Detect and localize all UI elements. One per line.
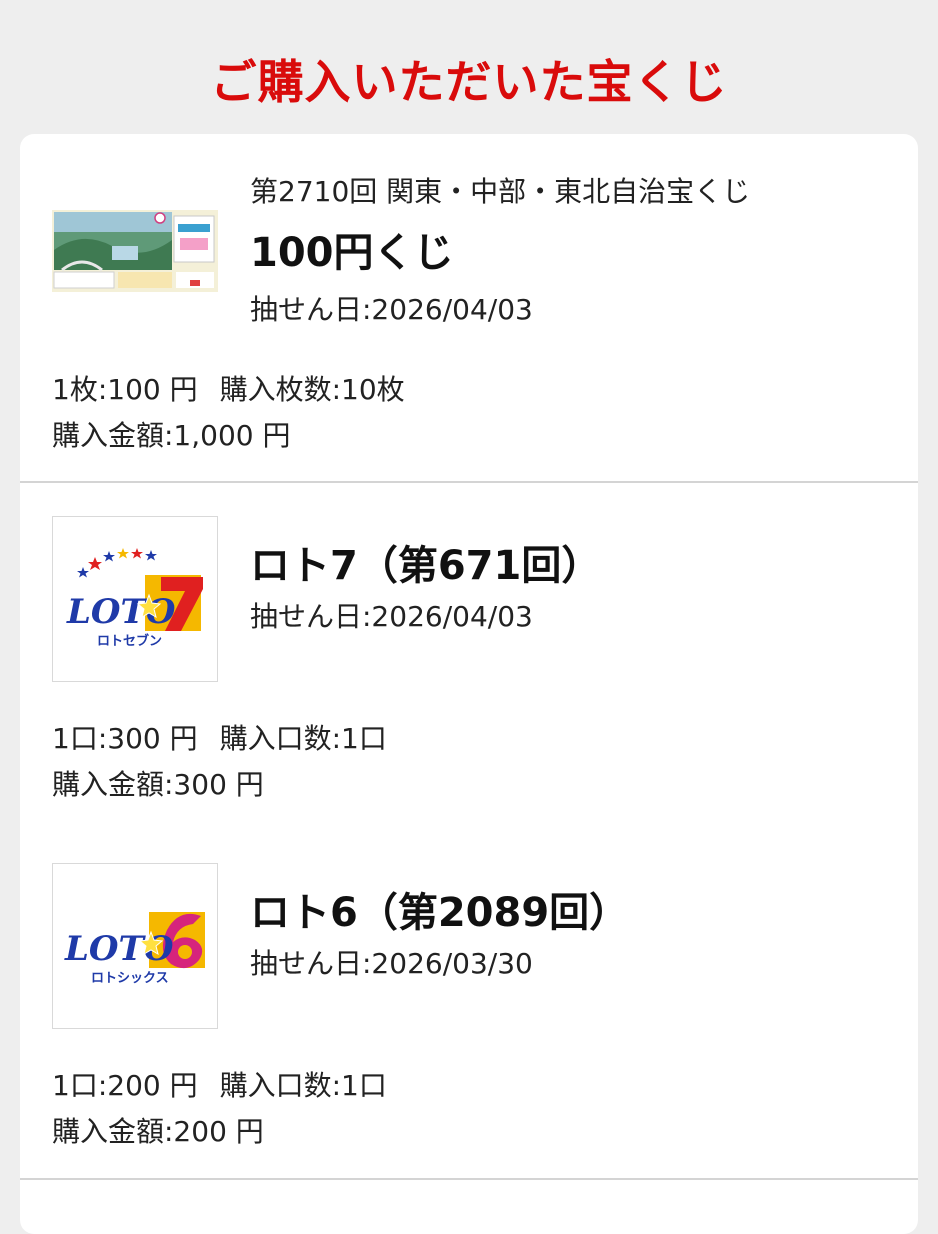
loto6-logo-kana: ロトシックス — [91, 971, 169, 986]
unit-price: 1口:300 円 — [52, 722, 198, 755]
draw-date: 抽せん日:2026/04/03 — [250, 293, 533, 326]
section-divider — [20, 1178, 918, 1180]
purchase-total: 購入金額:1,000 円 — [52, 419, 291, 452]
page-title: ご購入いただいた宝くじ — [210, 55, 728, 109]
loto6-logo: LOTO ロトシックス — [52, 863, 218, 1029]
loto7-logo: LOTO ロトセブン — [52, 516, 218, 682]
loto6-logo-graphic: LOTO ロトシックス — [64, 912, 205, 986]
lottery-name: ロト7（第671回） — [250, 543, 602, 589]
draw-date: 抽せん日:2026/04/03 — [250, 600, 533, 633]
purchase-item-loto6[interactable]: LOTO ロトシックス ロト6（第2089回） 抽せん日:2026/03/30 … — [20, 830, 918, 1170]
purchase-quantity: 購入口数:1口 — [219, 722, 387, 755]
price-quantity-line: 1枚:100 円購入枚数:10枚 — [52, 368, 405, 408]
unit-price: 1枚:100 円 — [52, 373, 198, 406]
loto7-logo-kana: ロトセブン — [97, 633, 162, 649]
purchase-item-100yen-kuji[interactable]: 第2710回 関東・中部・東北自治宝くじ 100円くじ 抽せん日:2026/04… — [20, 134, 918, 482]
loto6-logo-wordmark: LOTO — [64, 929, 174, 969]
purchase-quantity: 購入口数:1口 — [219, 1069, 387, 1102]
lottery-name: ロト6（第2089回） — [250, 890, 630, 936]
purchase-quantity: 購入枚数:10枚 — [219, 373, 405, 406]
purchase-total: 購入金額:300 円 — [52, 768, 264, 801]
lottery-series-name: 第2710回 関東・中部・東北自治宝くじ — [250, 175, 751, 208]
lottery-ticket-image — [52, 210, 218, 292]
lottery-name: 100円くじ — [250, 230, 454, 276]
loto7-logo-graphic: LOTO ロトセブン — [66, 548, 203, 649]
draw-date: 抽せん日:2026/03/30 — [250, 947, 533, 980]
price-quantity-line: 1口:200 円購入口数:1口 — [52, 1064, 387, 1104]
purchase-total: 購入金額:200 円 — [52, 1115, 264, 1148]
price-quantity-line: 1口:300 円購入口数:1口 — [52, 717, 387, 757]
loto7-logo-wordmark: LOTO — [66, 592, 176, 632]
unit-price: 1口:200 円 — [52, 1069, 198, 1102]
purchase-list-card: 第2710回 関東・中部・東北自治宝くじ 100円くじ 抽せん日:2026/04… — [20, 134, 918, 1234]
purchase-item-loto7[interactable]: LOTO ロトセブン ロト7（第671回） 抽せん日:2026/04/03 1口… — [20, 483, 918, 813]
